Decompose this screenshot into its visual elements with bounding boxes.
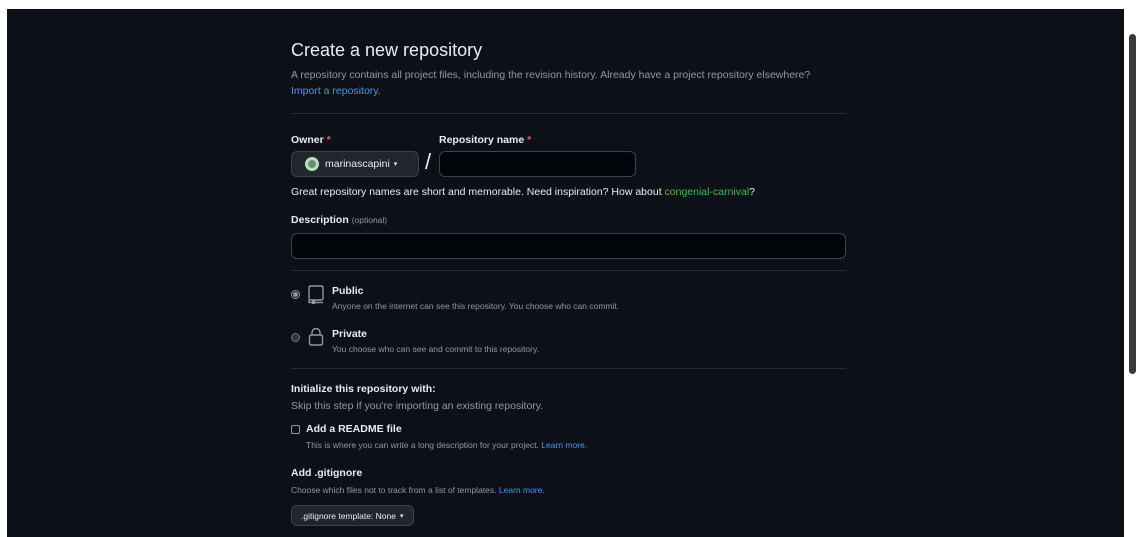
public-title: Public: [332, 285, 364, 297]
page-frame: Create a new repository A repository con…: [7, 9, 1131, 537]
readme-checkbox[interactable]: [291, 425, 300, 434]
chevron-down-icon: ▾: [399, 512, 404, 520]
owner-label: Owner *: [291, 134, 331, 146]
repo-name-hint: Great repository names are short and mem…: [291, 186, 756, 198]
divider: [291, 270, 846, 271]
gitignore-select-label: .gitignore template: None: [301, 510, 396, 521]
required-asterisk: *: [326, 134, 331, 146]
readme-learn-more-link[interactable]: Learn more.: [541, 440, 587, 450]
readme-label: Add a README file: [306, 423, 402, 435]
repository-name-input[interactable]: [439, 151, 636, 177]
subtitle-text: A repository contains all project files,…: [291, 69, 811, 81]
gitignore-learn-more-link[interactable]: Learn more.: [499, 485, 545, 495]
private-radio[interactable]: [291, 333, 300, 342]
init-title: Initialize this repository with:: [291, 383, 436, 395]
scrollbar-thumb[interactable]: [1129, 34, 1136, 374]
divider: [291, 113, 846, 114]
avatar: [305, 157, 319, 171]
owner-name: marinascapini: [325, 158, 390, 170]
page-subtitle: A repository contains all project files,…: [291, 67, 831, 99]
optional-tag: (optional): [351, 215, 388, 225]
private-description: You choose who can see and commit to thi…: [332, 344, 539, 354]
repo-icon: [308, 285, 324, 304]
owner-select-button[interactable]: marinascapini ▾: [291, 151, 419, 177]
description-input[interactable]: [291, 233, 846, 259]
private-title: Private: [332, 328, 368, 340]
chevron-down-icon: ▾: [393, 161, 398, 168]
init-subtitle: Skip this step if you're importing an ex…: [291, 400, 544, 412]
import-repository-link[interactable]: Import a repository.: [291, 85, 381, 97]
gitignore-title: Add .gitignore: [291, 467, 363, 479]
public-description: Anyone on the internet can see this repo…: [332, 301, 620, 311]
readme-description: This is where you can write a long descr…: [306, 440, 588, 450]
page-title: Create a new repository: [291, 40, 483, 60]
public-radio[interactable]: [291, 290, 300, 299]
required-asterisk: *: [527, 134, 532, 146]
name-suggestion-link[interactable]: congenial-carnival: [665, 186, 750, 198]
divider: [291, 368, 846, 369]
gitignore-template-select[interactable]: .gitignore template: None ▾: [291, 505, 414, 526]
owner-repo-separator: /: [425, 149, 432, 174]
lock-icon: [308, 327, 324, 346]
repo-name-label: Repository name *: [439, 134, 532, 146]
gitignore-description: Choose which files not to track from a l…: [291, 485, 545, 495]
description-label: Description (optional): [291, 214, 388, 226]
